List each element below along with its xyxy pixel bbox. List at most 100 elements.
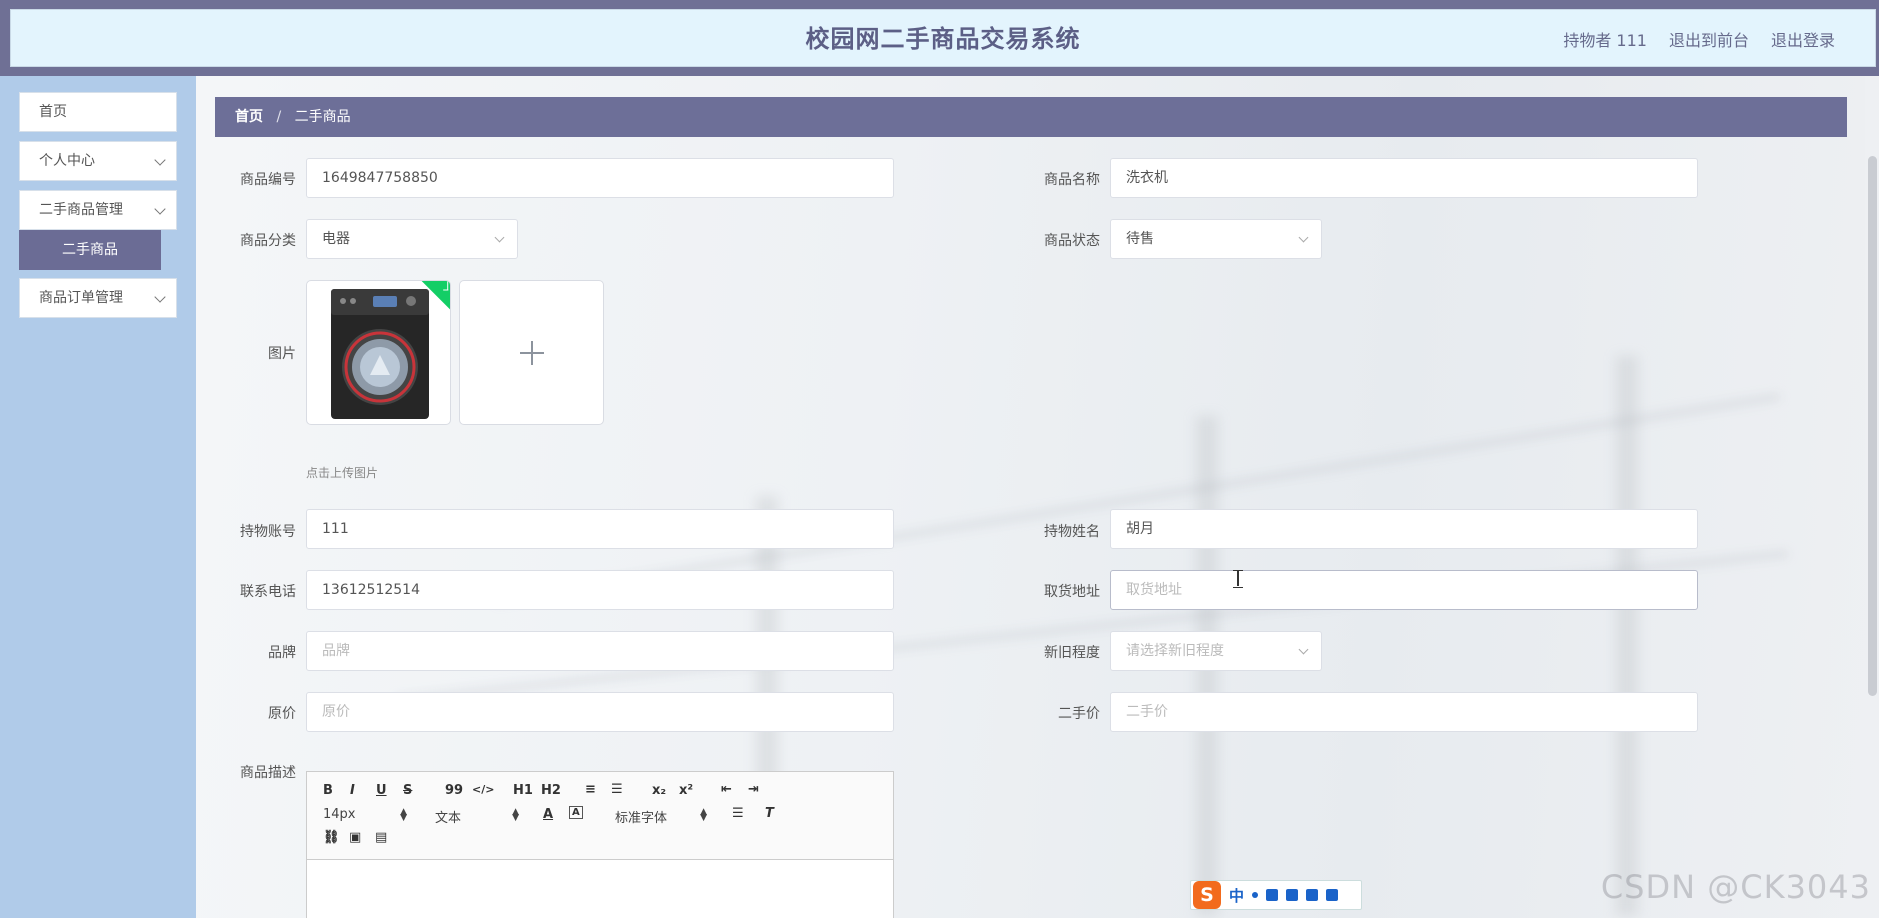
breadcrumb-home[interactable]: 首页 <box>235 109 263 125</box>
uploaded-image-card[interactable] <box>306 280 451 425</box>
sidebar: 首页 个人中心 二手商品管理 二手商品 商品订单管理 <box>0 76 196 918</box>
page-scrollbar[interactable] <box>1865 76 1879 918</box>
ime-mode-label[interactable]: 中 <box>1229 885 1244 906</box>
font-color-button[interactable]: A <box>543 807 553 822</box>
text-cursor-icon <box>1233 570 1243 588</box>
strike-button[interactable]: S <box>403 783 412 798</box>
breadcrumb-separator: / <box>276 109 282 125</box>
rich-text-editor: B I U S 99 </> H1 H2 ≡ ☰ x₂ x² ⇤ ⇥ 14px … <box>306 771 894 918</box>
bullet-list-button[interactable]: ☰ <box>611 782 623 797</box>
owner-name-input[interactable]: 胡月 <box>1110 509 1698 549</box>
superscript-button[interactable]: x² <box>679 783 693 798</box>
original-price-label: 原价 <box>268 706 296 722</box>
status-select[interactable]: 待售 <box>1110 219 1322 259</box>
product-code-input[interactable]: 1649847758850 <box>306 158 894 198</box>
sidebar-item-home[interactable]: 首页 <box>19 92 177 132</box>
logout-link[interactable]: 退出登录 <box>1771 27 1835 51</box>
condition-select[interactable]: 请选择新旧程度 <box>1110 631 1322 671</box>
editor-toolbar: B I U S 99 </> H1 H2 ≡ ☰ x₂ x² ⇤ ⇥ 14px … <box>307 772 893 860</box>
font-family-value: 标准字体 <box>615 811 668 826</box>
pickup-address-input[interactable]: 取货地址 <box>1110 570 1698 610</box>
h1-button[interactable]: H1 <box>513 783 533 798</box>
quote-button[interactable]: 99 <box>445 783 463 798</box>
account-label: 持物账号 <box>240 524 296 540</box>
watermark: CSDN @CK3043 <box>1600 868 1871 906</box>
sidebar-item-label: 商品订单管理 <box>39 290 123 306</box>
text-type-value: 文本 <box>435 811 462 826</box>
background-color-button[interactable]: A <box>569 806 583 819</box>
chevron-down-icon <box>494 232 505 243</box>
keyboard-icon[interactable] <box>1286 889 1299 901</box>
skin-icon[interactable] <box>1306 889 1319 901</box>
sidebar-item-label: 个人中心 <box>39 153 95 169</box>
chevron-down-icon <box>154 203 166 215</box>
upload-image-button[interactable] <box>459 280 604 425</box>
indent-button[interactable]: ⇥ <box>748 782 759 797</box>
brand-input[interactable]: 品牌 <box>306 631 894 671</box>
ordered-list-button[interactable]: ≡ <box>585 782 596 797</box>
top-header: 校园网二手商品交易系统 持物者 111 退出到前台 退出登录 <box>10 9 1876 67</box>
condition-placeholder: 请选择新旧程度 <box>1126 643 1224 659</box>
account-input[interactable]: 111 <box>306 509 894 549</box>
code-button[interactable]: </> <box>472 783 494 796</box>
underline-button[interactable]: U <box>376 783 387 798</box>
updown-icon: ▲ ▼ <box>700 807 707 823</box>
chevron-down-icon <box>154 154 166 166</box>
sogou-logo-icon: S <box>1193 881 1221 909</box>
plus-icon <box>520 341 544 365</box>
washing-machine-image <box>331 289 429 419</box>
sidebar-item-personal-center[interactable]: 个人中心 <box>19 141 177 181</box>
font-size-value: 14px <box>323 807 356 822</box>
bold-button[interactable]: B <box>323 783 333 798</box>
font-size-select[interactable]: 14px ▲ ▼ <box>323 807 407 823</box>
chevron-down-icon <box>1298 232 1309 243</box>
toolbox-icon[interactable] <box>1326 889 1339 901</box>
status-value: 待售 <box>1126 231 1154 247</box>
background-decoration <box>1616 356 1638 916</box>
secondhand-price-label: 二手价 <box>1058 706 1100 722</box>
video-icon[interactable]: ▤ <box>375 830 387 845</box>
product-code-label: 商品编号 <box>240 172 296 188</box>
phone-input[interactable]: 13612512514 <box>306 570 894 610</box>
scrollbar-thumb[interactable] <box>1868 156 1877 696</box>
ime-toolbar[interactable]: S 中 <box>1190 880 1362 910</box>
updown-icon: ▲ ▼ <box>400 807 407 823</box>
outdent-button[interactable]: ⇤ <box>721 782 732 797</box>
exit-to-front-link[interactable]: 退出到前台 <box>1669 27 1749 51</box>
align-icon[interactable]: ☰ <box>732 806 744 821</box>
sidebar-subitem-secondhand-goods[interactable]: 二手商品 <box>19 230 161 270</box>
image-label: 图片 <box>268 346 296 362</box>
category-select[interactable]: 电器 <box>306 219 518 259</box>
breadcrumb: 首页 / 二手商品 <box>215 97 1847 137</box>
link-icon[interactable]: ⛓ <box>323 830 340 845</box>
updown-icon: ▲ ▼ <box>512 807 519 823</box>
description-label: 商品描述 <box>240 765 296 781</box>
category-value: 电器 <box>322 231 350 247</box>
current-user-label: 持物者 111 <box>1563 31 1647 50</box>
main-content: 首页 / 二手商品 商品编号 1649847758850 商品名称 洗衣机 商品… <box>196 76 1879 918</box>
sidebar-item-label: 二手商品管理 <box>39 202 123 218</box>
status-label: 商品状态 <box>1044 233 1100 249</box>
upload-tip: 点击上传图片 <box>306 466 379 480</box>
condition-label: 新旧程度 <box>1044 645 1100 661</box>
sidebar-item-secondhand-management[interactable]: 二手商品管理 <box>19 190 177 230</box>
h2-button[interactable]: H2 <box>541 783 561 798</box>
microphone-icon[interactable] <box>1266 889 1279 901</box>
phone-label: 联系电话 <box>240 584 296 600</box>
text-type-select[interactable]: 文本 ▲ ▼ <box>435 807 519 827</box>
subscript-button[interactable]: x₂ <box>652 783 666 798</box>
chevron-down-icon <box>154 291 166 303</box>
product-name-input[interactable]: 洗衣机 <box>1110 158 1698 198</box>
sidebar-item-order-management[interactable]: 商品订单管理 <box>19 278 177 318</box>
chevron-down-icon <box>1298 644 1309 655</box>
header-actions: 持物者 111 退出到前台 退出登录 <box>1563 10 1835 68</box>
clear-format-icon[interactable]: T <box>765 806 774 821</box>
owner-name-label: 持物姓名 <box>1044 524 1100 540</box>
original-price-input[interactable]: 原价 <box>306 692 894 732</box>
punctuation-icon[interactable] <box>1252 892 1259 898</box>
secondhand-price-input[interactable]: 二手价 <box>1110 692 1698 732</box>
italic-button[interactable]: I <box>350 783 355 798</box>
image-icon[interactable]: ▣ <box>349 830 361 845</box>
font-family-select[interactable]: 标准字体 ▲ ▼ <box>615 807 707 827</box>
breadcrumb-current: 二手商品 <box>294 109 351 125</box>
